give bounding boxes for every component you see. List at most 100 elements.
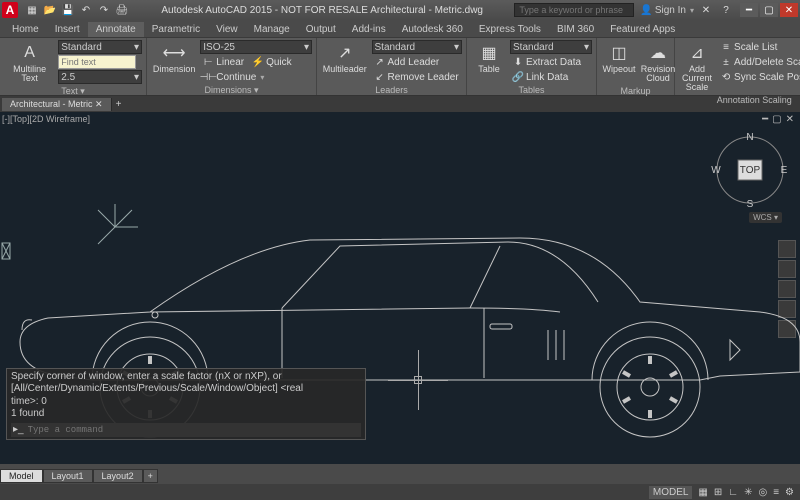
scale-icon: ⊿: [686, 42, 708, 64]
add-current-scale-button[interactable]: ⊿ Add Current Scale: [679, 40, 715, 94]
sync-icon: ⟲: [720, 71, 732, 83]
leader-style-dropdown[interactable]: Standard▾: [372, 40, 463, 54]
close-button[interactable]: ✕: [780, 3, 798, 17]
layout-tabs: Model Layout1 Layout2 +: [0, 468, 158, 484]
linear-icon: ⊢: [202, 56, 214, 68]
scale-list-button[interactable]: ≡Scale List: [718, 40, 800, 54]
plusminus-icon: ±: [720, 56, 732, 68]
print-icon[interactable]: 🖨: [114, 2, 130, 18]
ribbon-tab-parametric[interactable]: Parametric: [144, 22, 208, 37]
status-snap-icon[interactable]: ⊞: [714, 487, 722, 498]
command-window[interactable]: Specify corner of window, enter a scale …: [6, 368, 366, 441]
dim-style-dropdown[interactable]: ISO-25▾: [200, 40, 312, 54]
table-button[interactable]: ▦ Table: [471, 40, 507, 76]
continue-icon: ⊣⊢: [202, 71, 214, 83]
save-icon[interactable]: 💾: [60, 2, 76, 18]
redo-icon[interactable]: ↷: [96, 2, 112, 18]
add-leader-icon: ↗: [374, 56, 386, 68]
ribbon-tab-express-tools[interactable]: Express Tools: [471, 22, 549, 37]
ribbon: A Multiline Text Standard▾ 2.5▾ Text ▾ ⟷…: [0, 38, 800, 96]
ribbon-tabs: HomeInsertAnnotateParametricViewManageOu…: [0, 20, 800, 38]
window-title: Autodesk AutoCAD 2015 - NOT FOR RESALE A…: [136, 5, 508, 16]
status-settings-icon[interactable]: ⚙: [785, 487, 794, 498]
app-icon[interactable]: A: [2, 2, 18, 18]
ribbon-tab-home[interactable]: Home: [4, 22, 47, 37]
dimension-button[interactable]: ⟷ Dimension: [151, 40, 197, 76]
dimension-icon: ⟷: [163, 42, 185, 64]
status-osnap-icon[interactable]: ◎: [758, 487, 767, 498]
add-delete-scales-button[interactable]: ±Add/Delete Scales: [718, 55, 800, 69]
ribbon-tab-autodesk-360[interactable]: Autodesk 360: [394, 22, 471, 37]
panel-title-leaders: Leaders: [321, 84, 462, 95]
open-icon[interactable]: 📂: [42, 2, 58, 18]
quick-icon: ⚡: [252, 56, 264, 68]
dim-linear-button[interactable]: ⊢Linear: [200, 55, 246, 69]
multiline-text-button[interactable]: A Multiline Text: [4, 40, 55, 85]
add-layout-button[interactable]: +: [143, 469, 158, 483]
panel-title-markup: Markup: [601, 85, 670, 96]
panel-title-annoscale: Annotation Scaling: [679, 94, 800, 105]
text-icon: A: [19, 42, 41, 64]
panel-title-tables: Tables: [471, 84, 592, 95]
status-lineweight-icon[interactable]: ≡: [773, 487, 779, 498]
add-leader-button[interactable]: ↗Add Leader: [372, 55, 463, 69]
extract-icon: ⬇: [512, 56, 524, 68]
table-style-dropdown[interactable]: Standard▾: [510, 40, 592, 54]
help-icon[interactable]: ?: [718, 2, 734, 18]
status-mode[interactable]: MODEL: [649, 486, 693, 499]
ribbon-tab-manage[interactable]: Manage: [246, 22, 298, 37]
layout1-tab[interactable]: Layout1: [43, 469, 93, 483]
new-icon[interactable]: ▦: [24, 2, 40, 18]
signin-button[interactable]: 👤Sign In: [640, 5, 694, 16]
cmd-history-line: 1 found: [11, 408, 361, 421]
ribbon-tab-add-ins[interactable]: Add-ins: [344, 22, 394, 37]
ribbon-tab-insert[interactable]: Insert: [47, 22, 88, 37]
link-data-button[interactable]: 🔗Link Data: [510, 70, 592, 84]
revision-cloud-button[interactable]: ☁ Revision Cloud: [640, 40, 676, 85]
dim-continue-button[interactable]: ⊣⊢Continue: [200, 70, 312, 84]
status-polar-icon[interactable]: ✳: [744, 487, 752, 498]
cmd-history-line: Specify corner of window, enter a scale …: [11, 371, 361, 384]
dim-quick-button[interactable]: ⚡Quick: [250, 55, 294, 69]
undo-icon[interactable]: ↶: [78, 2, 94, 18]
status-grid-icon[interactable]: ▦: [698, 487, 707, 498]
cmd-history-line: time>: 0: [11, 396, 361, 409]
ribbon-tab-bim-360[interactable]: BIM 360: [549, 22, 602, 37]
wipeout-icon: ◫: [608, 42, 630, 64]
leader-icon: ↗: [334, 42, 356, 64]
sync-scale-button[interactable]: ⟲Sync Scale Positions: [718, 70, 800, 84]
ribbon-tab-annotate[interactable]: Annotate: [88, 22, 144, 37]
cloud-icon: ☁: [647, 42, 669, 64]
remove-leader-button[interactable]: ↙Remove Leader: [372, 70, 463, 84]
command-input[interactable]: [28, 425, 359, 435]
extract-data-button[interactable]: ⬇Extract Data: [510, 55, 592, 69]
wipeout-button[interactable]: ◫ Wipeout: [601, 40, 637, 76]
ribbon-tab-view[interactable]: View: [208, 22, 246, 37]
model-tab[interactable]: Model: [0, 469, 43, 483]
panel-title-dimensions: Dimensions ▾: [151, 84, 312, 96]
text-style-dropdown[interactable]: Standard▾: [58, 40, 142, 54]
layout2-tab[interactable]: Layout2: [93, 469, 143, 483]
link-icon: 🔗: [512, 71, 524, 83]
find-text-input[interactable]: [58, 55, 136, 69]
status-ortho-icon[interactable]: ∟: [728, 487, 738, 498]
list-icon: ≡: [720, 41, 732, 53]
ribbon-tab-featured-apps[interactable]: Featured Apps: [602, 22, 683, 37]
ribbon-tab-output[interactable]: Output: [298, 22, 344, 37]
remove-leader-icon: ↙: [374, 71, 386, 83]
panel-title-text: Text ▾: [4, 85, 142, 97]
help-search-input[interactable]: [514, 3, 634, 17]
drawing-canvas[interactable]: [-][Top][2D Wireframe] ━ ▢ ✕ N S E W TOP…: [0, 112, 800, 464]
new-tab-button[interactable]: +: [112, 99, 126, 110]
maximize-button[interactable]: ▢: [760, 3, 778, 17]
user-icon: 👤: [640, 5, 652, 16]
table-icon: ▦: [478, 42, 500, 64]
status-bar: MODEL ▦ ⊞ ∟ ✳ ◎ ≡ ⚙: [0, 484, 800, 500]
cmd-history-line: [All/Center/Dynamic/Extents/Previous/Sca…: [11, 383, 361, 396]
exchange-icon[interactable]: ✕: [698, 2, 714, 18]
cmd-prompt-icon: ▸_: [13, 424, 24, 437]
multileader-button[interactable]: ↗ Multileader: [321, 40, 369, 76]
text-height-dropdown[interactable]: 2.5▾: [58, 70, 142, 84]
minimize-button[interactable]: ━: [740, 3, 758, 17]
drawing-file-tab[interactable]: Architectural - Metric ✕: [2, 98, 112, 111]
